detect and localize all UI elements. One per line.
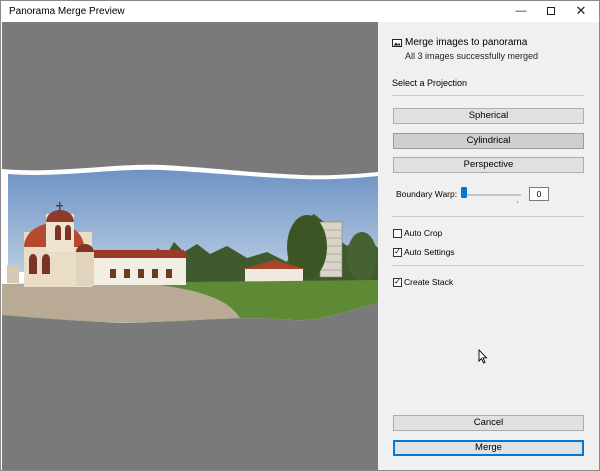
close-icon: ✕ bbox=[575, 3, 587, 18]
spherical-button[interactable]: Spherical bbox=[393, 108, 584, 124]
minimize-icon: — bbox=[515, 5, 527, 17]
mouse-cursor-icon bbox=[478, 349, 488, 364]
panorama-merge-window: Panorama Merge Preview — ✕ Merge images … bbox=[0, 0, 600, 471]
auto-crop-checkbox[interactable]: Auto Crop bbox=[393, 228, 442, 238]
panorama-icon bbox=[392, 39, 402, 47]
create-stack-label: Create Stack bbox=[404, 277, 454, 287]
close-button[interactable]: ✕ bbox=[566, 1, 596, 21]
auto-settings-label: Auto Settings bbox=[404, 247, 455, 257]
maximize-button[interactable] bbox=[536, 1, 566, 21]
panorama-image bbox=[2, 164, 378, 323]
checkbox-box[interactable] bbox=[393, 228, 402, 238]
boundary-warp-label: Boundary Warp: bbox=[396, 189, 458, 199]
checkmark-icon[interactable]: ✓ bbox=[393, 247, 402, 257]
window-title: Panorama Merge Preview bbox=[9, 6, 125, 17]
merge-options-panel: Merge images to panorama All 3 images su… bbox=[378, 22, 599, 470]
cancel-button[interactable]: Cancel bbox=[393, 415, 584, 431]
boundary-warp-slider[interactable] bbox=[461, 194, 521, 196]
panel-title: Merge images to panorama bbox=[405, 37, 528, 48]
title-bar[interactable]: Panorama Merge Preview — ✕ bbox=[1, 1, 599, 21]
slider-thumb[interactable] bbox=[461, 187, 467, 198]
cylindrical-button[interactable]: Cylindrical bbox=[393, 133, 584, 149]
panorama-preview bbox=[2, 22, 378, 470]
perspective-button[interactable]: Perspective bbox=[393, 157, 584, 173]
divider bbox=[392, 265, 584, 266]
checkmark-icon[interactable]: ✓ bbox=[393, 277, 402, 287]
minimize-button[interactable]: — bbox=[506, 1, 536, 21]
projection-label: Select a Projection bbox=[392, 78, 468, 88]
boundary-warp-value[interactable]: 0 bbox=[529, 187, 549, 201]
divider bbox=[392, 95, 584, 96]
auto-crop-label: Auto Crop bbox=[404, 228, 443, 238]
maximize-icon bbox=[547, 7, 555, 15]
create-stack-checkbox[interactable]: ✓ Create Stack bbox=[393, 277, 453, 287]
merge-status: All 3 images successfully merged bbox=[405, 51, 539, 61]
auto-settings-checkbox[interactable]: ✓ Auto Settings bbox=[393, 247, 455, 257]
divider bbox=[392, 216, 584, 217]
merge-button[interactable]: Merge bbox=[393, 440, 584, 456]
slider-tick bbox=[517, 201, 518, 203]
